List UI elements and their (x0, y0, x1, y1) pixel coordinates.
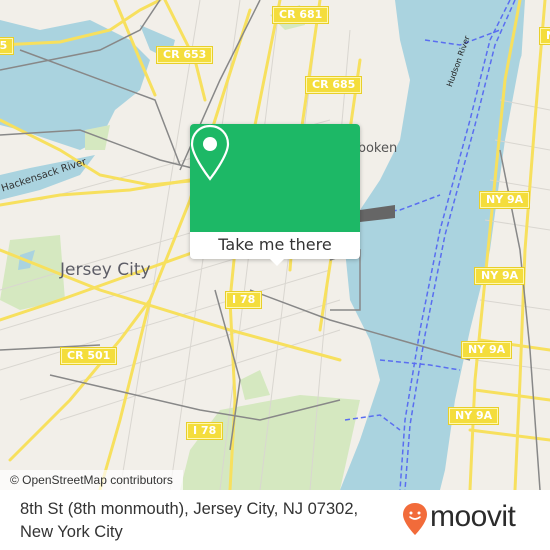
place-label-jersey-city: Jersey City (60, 260, 151, 280)
road-label-i78-north: I 78 (226, 292, 262, 308)
map-attribution[interactable]: © OpenStreetMap contributors (0, 470, 183, 490)
road-label-ny9a-5: NY 9A (540, 28, 550, 44)
road-label-ny9a-3: NY 9A (462, 342, 512, 358)
road-label-i95: I 95 (0, 38, 14, 54)
map-view[interactable]: I 95 CR 653 CR 681 CR 685 I 78 CR 501 I … (0, 0, 550, 490)
road-label-cr653: CR 653 (157, 47, 213, 63)
map-pin-icon (190, 124, 230, 181)
road-label-cr681: CR 681 (273, 7, 329, 23)
footer: 8th St (8th monmouth), Jersey City, NJ 0… (0, 490, 550, 550)
take-me-there-button[interactable]: Take me there (190, 232, 360, 259)
address-text: 8th St (8th monmouth), Jersey City, NJ 0… (20, 500, 359, 541)
road-label-ny9a-2: NY 9A (475, 268, 525, 284)
road-label-cr685: CR 685 (306, 77, 362, 93)
moovit-logo[interactable]: moovit (402, 500, 532, 540)
road-label-ny9a-4: NY 9A (449, 408, 499, 424)
destination-popup: Take me there (190, 124, 360, 266)
popup-header (190, 124, 360, 232)
moovit-wordmark: moovit (430, 500, 516, 533)
road-label-ny9a-1: NY 9A (480, 192, 530, 208)
popup-tail (268, 257, 286, 266)
moovit-smiley-pin-icon (403, 503, 427, 535)
road-label-i78-south: I 78 (187, 423, 223, 439)
road-label-cr501: CR 501 (61, 348, 117, 364)
